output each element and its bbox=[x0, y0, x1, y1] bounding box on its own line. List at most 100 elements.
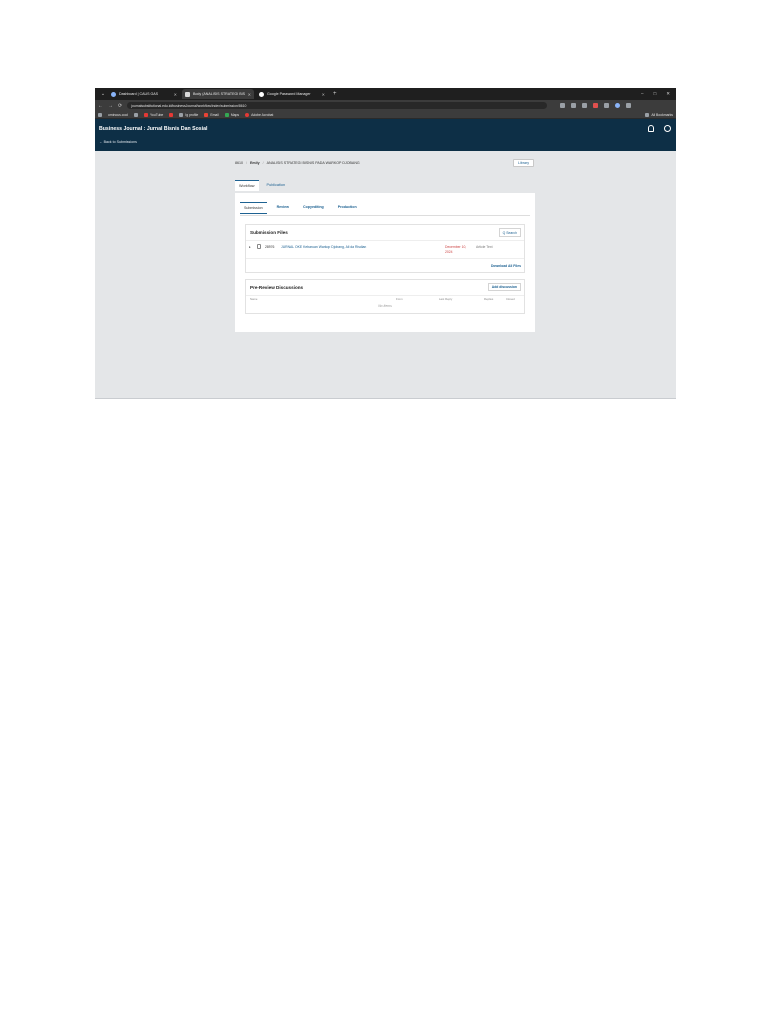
back-to-submissions-link[interactable]: ← Back to Submissions bbox=[99, 140, 137, 144]
star-icon[interactable] bbox=[560, 103, 566, 108]
close-icon[interactable]: ✕ bbox=[174, 92, 177, 97]
tab-review[interactable]: Review bbox=[273, 202, 293, 214]
column-header: Name bbox=[250, 297, 258, 301]
add-discussion-button[interactable]: Add discussion bbox=[487, 283, 521, 291]
globe-icon bbox=[111, 91, 116, 97]
stage-tabs: Submission Review Copyediting Production bbox=[240, 202, 361, 214]
window-controls: – □ ✕ bbox=[641, 91, 676, 97]
file-date: December 10, 2024 bbox=[445, 245, 467, 254]
column-header: Last Reply bbox=[439, 297, 453, 301]
all-bookmarks[interactable]: All Bookmarks bbox=[645, 112, 673, 117]
divider bbox=[246, 258, 524, 259]
bookmark-label: All Bookmarks bbox=[651, 112, 673, 117]
search-button[interactable]: Q Search bbox=[498, 228, 521, 237]
bell-icon[interactable] bbox=[648, 125, 654, 132]
file-row: ▸ 28976 JURNAL OKE Kebaruan Warkop Djoba… bbox=[246, 240, 524, 257]
breadcrumb-separator: / bbox=[262, 161, 264, 165]
tab-submission[interactable]: Submission bbox=[240, 202, 267, 214]
column-header: Replies bbox=[484, 297, 494, 301]
tab-publication[interactable]: Publication bbox=[263, 180, 290, 191]
bookmark-item[interactable] bbox=[133, 112, 138, 117]
tab-copyediting[interactable]: Copyediting bbox=[299, 202, 328, 214]
library-button[interactable]: Library bbox=[513, 159, 534, 167]
header-icons bbox=[648, 125, 671, 132]
journal-title[interactable]: Business Journal : Jurnal Bisnis Dan Sos… bbox=[99, 126, 207, 132]
submission-author: Emily bbox=[250, 161, 260, 165]
tab-production[interactable]: Production bbox=[334, 202, 361, 214]
adobe-icon bbox=[245, 112, 250, 117]
document-icon bbox=[185, 91, 190, 97]
new-tab-button[interactable]: + bbox=[333, 91, 337, 97]
close-icon[interactable]: ✕ bbox=[322, 92, 325, 97]
globe-icon bbox=[133, 112, 138, 117]
puzzle-icon[interactable] bbox=[604, 103, 610, 108]
url-input[interactable]: journalsubstitutional.edu.id/businessJou… bbox=[127, 102, 548, 109]
youtube-icon bbox=[143, 112, 148, 117]
bookmark-label: Adobe Acrobat bbox=[251, 112, 274, 117]
discussions-title: Pre-Review Discussions bbox=[250, 285, 304, 290]
workflow-panel: Submission Review Copyediting Production… bbox=[235, 193, 535, 332]
minimize-button[interactable]: – bbox=[641, 91, 644, 97]
back-arrow-icon[interactable]: ← bbox=[98, 103, 103, 109]
google-icon bbox=[259, 91, 264, 97]
app-header: Business Journal : Jurnal Bisnis Dan Sos… bbox=[95, 119, 676, 151]
bookmark-apps[interactable] bbox=[98, 112, 102, 117]
reload-icon[interactable]: ⟳ bbox=[118, 103, 122, 109]
close-window-button[interactable]: ✕ bbox=[666, 91, 670, 97]
download-all-files-button[interactable]: Download All Files bbox=[491, 264, 521, 268]
bookmark-icon bbox=[169, 112, 174, 117]
bookmark-item[interactable]: Ig profile bbox=[179, 112, 199, 117]
bookmark-label: Maps bbox=[230, 112, 240, 117]
user-icon[interactable] bbox=[664, 125, 671, 132]
bookmarks-bar: ominous.cool YouTube Ig profile Email Ma… bbox=[95, 111, 676, 119]
file-name-link[interactable]: JURNAL OKE Kebaruan Warkop Djobang, Ali … bbox=[281, 245, 366, 249]
tab-title: Body (ANALISIS STRATEGI BIS bbox=[193, 92, 246, 96]
folder-icon bbox=[645, 112, 650, 117]
tab-title: Google Password Manager bbox=[267, 92, 311, 96]
bookmark-label: ominous.cool bbox=[108, 112, 128, 117]
browser-tab-strip: ⌄ Dashboard | CAUS GAS ✕ Body (ANALISIS … bbox=[95, 88, 676, 100]
browser-tab-submission[interactable]: Body (ANALISIS STRATEGI BIS ✕ bbox=[182, 89, 254, 99]
extension-icon[interactable] bbox=[582, 103, 588, 108]
file-type: Article Text bbox=[476, 245, 493, 249]
forward-arrow-icon[interactable]: → bbox=[108, 103, 113, 109]
map-icon bbox=[224, 112, 229, 117]
browser-tab-dashboard[interactable]: Dashboard | CAUS GAS ✕ bbox=[108, 89, 180, 99]
file-icon bbox=[257, 244, 261, 249]
submission-title: ANALISIS STRATEGI BISNIS PADA WARKOP DJO… bbox=[266, 161, 360, 165]
bookmark-item[interactable]: ominous.cool bbox=[108, 113, 128, 117]
bookmark-maps[interactable]: Maps bbox=[224, 112, 240, 117]
column-header: From bbox=[396, 297, 403, 301]
submission-id: 8610 bbox=[235, 161, 243, 165]
empty-state-text: No Items bbox=[378, 304, 392, 308]
submission-files-panel: Submission Files Q Search ▸ 28976 JURNAL… bbox=[245, 224, 525, 273]
browser-tab-password-manager[interactable]: Google Password Manager ✕ bbox=[256, 89, 328, 99]
file-id: 28976 bbox=[265, 245, 275, 249]
bookmark-adobe[interactable]: Adobe Acrobat bbox=[245, 112, 274, 117]
breadcrumb: 8610 / Emily / ANALISIS STRATEGI BISNIS … bbox=[235, 161, 360, 165]
expand-caret-icon[interactable]: ▸ bbox=[249, 245, 251, 249]
bookmark-item[interactable] bbox=[169, 112, 174, 117]
address-bar-row: ← → ⟳ journalsubstitutional.edu.id/busin… bbox=[95, 100, 676, 111]
mail-icon bbox=[204, 112, 209, 117]
extension-icon[interactable] bbox=[593, 103, 599, 108]
divider bbox=[240, 215, 530, 216]
main-content: 8610 / Emily / ANALISIS STRATEGI BISNIS … bbox=[95, 151, 676, 398]
submission-files-title: Submission Files bbox=[250, 230, 288, 235]
maximize-button[interactable]: □ bbox=[654, 91, 657, 97]
tab-search-button[interactable]: ⌄ bbox=[98, 89, 108, 99]
extensions-area bbox=[560, 103, 632, 108]
column-header: Closed bbox=[506, 297, 515, 301]
extension-icon[interactable] bbox=[571, 103, 577, 108]
bookmark-email[interactable]: Email bbox=[204, 112, 219, 117]
bookmark-label: Email bbox=[210, 112, 219, 117]
kebab-menu-icon[interactable] bbox=[626, 103, 632, 108]
screenshot-frame: ⌄ Dashboard | CAUS GAS ✕ Body (ANALISIS … bbox=[95, 88, 676, 399]
close-icon[interactable]: ✕ bbox=[248, 92, 251, 97]
bookmark-label: Ig profile bbox=[185, 112, 199, 117]
bookmark-youtube[interactable]: YouTube bbox=[143, 112, 164, 117]
profile-icon[interactable] bbox=[615, 103, 621, 108]
bookmark-label: YouTube bbox=[149, 112, 164, 117]
main-tabs: Workflow Publication bbox=[235, 180, 289, 191]
tab-workflow[interactable]: Workflow bbox=[235, 180, 259, 191]
